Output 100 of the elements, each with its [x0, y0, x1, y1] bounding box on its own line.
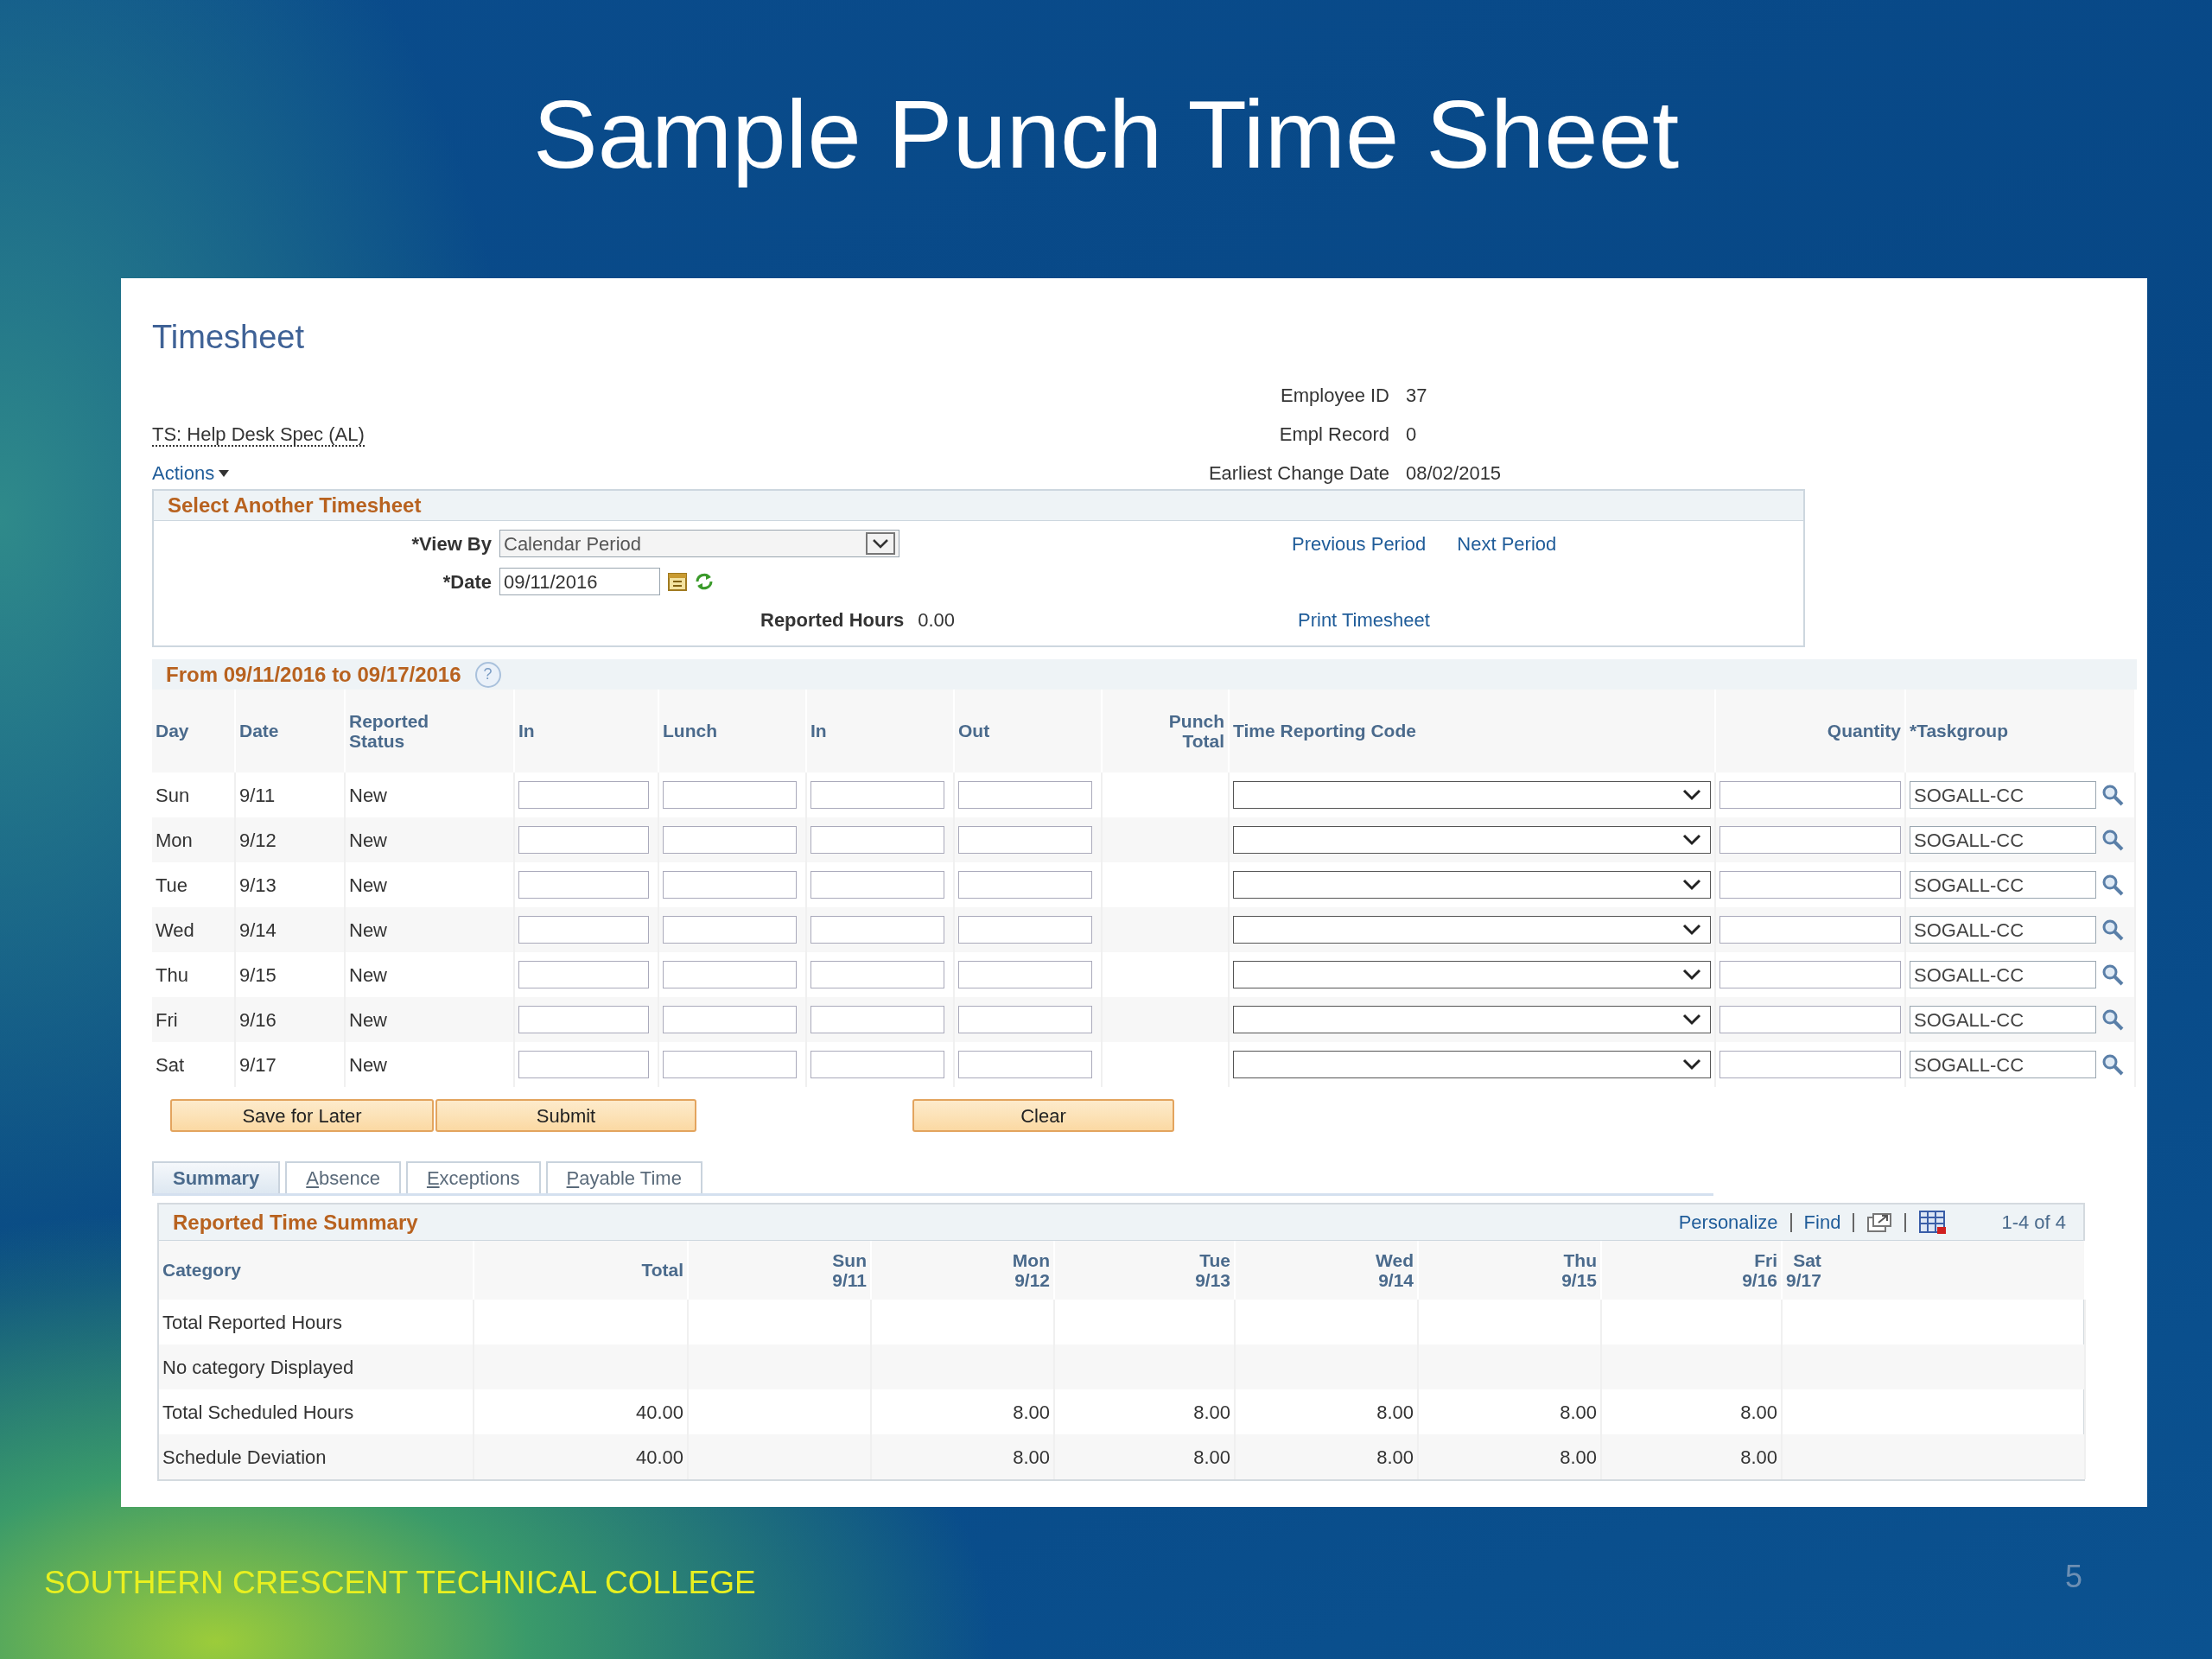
dropdown[interactable] [1233, 916, 1711, 944]
time-field[interactable] [810, 826, 944, 854]
taskgroup-field[interactable]: SOGALL-CC [1910, 1051, 2096, 1078]
table-cell: New [349, 1053, 387, 1076]
view-by-dropdown[interactable]: Calendar Period [499, 530, 899, 557]
search-icon[interactable] [2101, 1008, 2124, 1031]
job-title-link[interactable]: TS: Help Desk Spec (AL) [152, 423, 365, 447]
dropdown[interactable] [1233, 1051, 1711, 1078]
actions-menu[interactable]: Actions [152, 459, 231, 487]
search-icon[interactable] [2101, 874, 2124, 896]
table-cell: 9/12 [239, 829, 276, 851]
time-field[interactable] [958, 1006, 1092, 1033]
table-cell: 8.00 [1193, 1401, 1230, 1423]
time-field[interactable] [663, 871, 797, 899]
column-header: Day [156, 721, 189, 741]
column-header: Lunch [663, 721, 717, 741]
taskgroup-field[interactable]: SOGALL-CC [1910, 781, 2096, 809]
time-field[interactable] [663, 916, 797, 944]
search-icon[interactable] [2101, 829, 2124, 851]
time-field[interactable] [958, 961, 1092, 988]
taskgroup-field[interactable]: SOGALL-CC [1910, 916, 2096, 944]
spreadsheet-icon[interactable] [1918, 1209, 1948, 1236]
toolbar-link[interactable]: Personalize [1678, 1208, 1778, 1236]
column-header: Mon 9/12 [1012, 1249, 1050, 1291]
column-header: *Taskgroup [1910, 721, 2008, 741]
period-link[interactable]: Previous Period [1292, 529, 1427, 558]
column-header: Time Reporting Code [1233, 721, 1416, 741]
field-label: *Date [442, 570, 492, 593]
time-field[interactable] [518, 781, 649, 809]
time-field[interactable] [958, 1051, 1092, 1078]
field-value: 0 [1406, 423, 1417, 445]
table-cell: 8.00 [1560, 1446, 1597, 1468]
search-icon[interactable] [2101, 963, 2124, 986]
time-field[interactable] [810, 781, 944, 809]
taskgroup-field[interactable]: SOGALL-CC [1910, 871, 2096, 899]
quantity-field[interactable] [1719, 1006, 1901, 1033]
taskgroup-field[interactable]: SOGALL-CC [1910, 961, 2096, 988]
column-header: Fri 9/16 [1742, 1249, 1777, 1291]
table-cell: New [349, 1008, 387, 1031]
date-field[interactable]: 09/11/2016 [499, 568, 660, 595]
column-header: In [518, 721, 535, 741]
chevron-icon [1682, 879, 1701, 891]
caret-icon [218, 468, 231, 478]
quantity-field[interactable] [1719, 871, 1901, 899]
time-field[interactable] [810, 1006, 944, 1033]
table-cell: 9/16 [239, 1008, 276, 1031]
time-field[interactable] [518, 916, 649, 944]
tab[interactable]: Summary [152, 1161, 281, 1193]
time-field[interactable] [958, 781, 1092, 809]
time-field[interactable] [518, 961, 649, 988]
taskgroup-field[interactable]: SOGALL-CC [1910, 826, 2096, 854]
time-field[interactable] [958, 826, 1092, 854]
time-field[interactable] [958, 916, 1092, 944]
toolbar-link[interactable]: Find [1803, 1208, 1841, 1236]
taskgroup-field[interactable]: SOGALL-CC [1910, 1006, 2096, 1033]
quantity-field[interactable] [1719, 961, 1901, 988]
dropdown[interactable] [1233, 961, 1711, 988]
table-cell: 9/15 [239, 963, 276, 986]
quantity-field[interactable] [1719, 781, 1901, 809]
time-field[interactable] [810, 871, 944, 899]
dropdown[interactable] [1233, 1006, 1711, 1033]
time-field[interactable] [663, 781, 797, 809]
time-field[interactable] [518, 1006, 649, 1033]
search-icon[interactable] [2101, 1053, 2124, 1076]
action-button[interactable]: Save for Later [170, 1099, 434, 1132]
new-window-icon[interactable] [1866, 1211, 1893, 1233]
table-cell: Mon [156, 829, 193, 851]
time-field[interactable] [518, 826, 649, 854]
time-field[interactable] [663, 1051, 797, 1078]
time-field[interactable] [518, 871, 649, 899]
dropdown[interactable] [1233, 871, 1711, 899]
period-link[interactable]: Next Period [1457, 529, 1557, 558]
table-cell: Total Scheduled Hours [162, 1401, 354, 1423]
field-label: Employee ID [1281, 385, 1389, 406]
time-field[interactable] [958, 871, 1092, 899]
table-cell: 40.00 [635, 1446, 683, 1468]
action-button[interactable]: Clear [912, 1099, 1174, 1132]
quantity-field[interactable] [1719, 1051, 1901, 1078]
tab[interactable]: Payable Time [545, 1161, 702, 1193]
print-link[interactable]: Print Timesheet [1298, 605, 1430, 634]
search-icon[interactable] [2101, 784, 2124, 806]
table-cell: 8.00 [1740, 1401, 1777, 1423]
time-field[interactable] [810, 961, 944, 988]
dropdown[interactable] [1233, 826, 1711, 854]
calendar-icon[interactable] [667, 571, 688, 592]
time-field[interactable] [663, 826, 797, 854]
tab[interactable]: Exceptions [405, 1161, 541, 1193]
table-cell: Wed [156, 918, 194, 941]
time-field[interactable] [810, 1051, 944, 1078]
time-field[interactable] [663, 961, 797, 988]
search-icon[interactable] [2101, 918, 2124, 941]
action-button[interactable]: Submit [435, 1099, 696, 1132]
dropdown[interactable] [1233, 781, 1711, 809]
quantity-field[interactable] [1719, 826, 1901, 854]
time-field[interactable] [663, 1006, 797, 1033]
time-field[interactable] [518, 1051, 649, 1078]
chevron-icon [1682, 834, 1701, 846]
tab[interactable]: Absence [285, 1161, 401, 1193]
quantity-field[interactable] [1719, 916, 1901, 944]
time-field[interactable] [810, 916, 944, 944]
